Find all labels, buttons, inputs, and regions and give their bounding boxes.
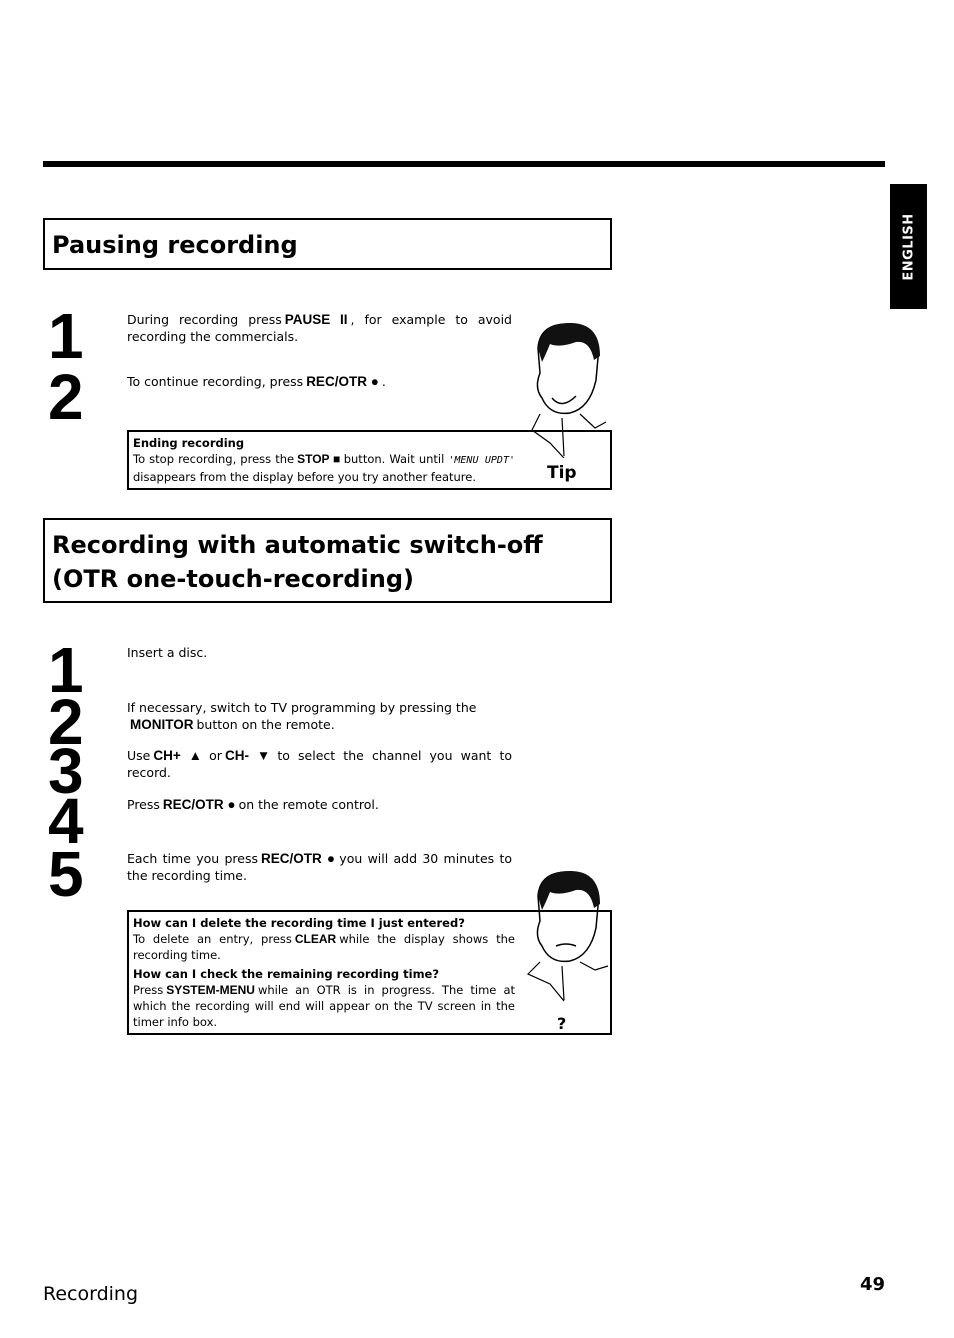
faq-question: How can I check the remaining recording … xyxy=(133,967,440,981)
step-text: Press REC/OTR ● on the remote control. xyxy=(127,797,379,812)
tip-title: Ending recording xyxy=(133,436,245,450)
step-text: Use CH+ ▲ or CH- ▼ to select the channel you… xyxy=(127,748,513,780)
tip-label: Tip xyxy=(547,463,577,483)
step-text: Each time you press REC/OTR ● you will add… xyxy=(127,851,512,883)
section-title: Pausing recording xyxy=(52,231,298,259)
step-number: 1 xyxy=(48,300,84,372)
top-rule xyxy=(43,161,885,167)
section-heading-box: Recording with automatic switch-off (OTR… xyxy=(43,518,612,603)
key-label: PAUSE II xyxy=(284,312,348,327)
faq-box: How can I delete the recording time I ju… xyxy=(127,910,612,1035)
page-number: 49 xyxy=(860,1274,886,1295)
language-tab: ENGLISH xyxy=(890,184,927,309)
tip-box: Ending recording To stop recording, pres… xyxy=(127,430,612,490)
section-title: Recording with automatic switch-off xyxy=(52,531,543,559)
faq-label: ? xyxy=(557,1014,567,1033)
step-text: If necessary, switch to TV programming b… xyxy=(127,700,477,732)
key-label: REC/OTR ● xyxy=(306,374,379,389)
step-number: 2 xyxy=(48,361,84,433)
faq-question: How can I delete the recording time I ju… xyxy=(133,916,465,930)
step-text: To continue recording, press REC/OTR ●. xyxy=(127,374,386,389)
section-title: (OTR one-touch-recording) xyxy=(52,565,415,593)
step-text: Insert a disc. xyxy=(127,645,208,660)
section-heading-box: Pausing recording xyxy=(43,218,612,270)
step-number: 5 xyxy=(48,838,84,910)
step-text: During recording press PAUSE II, for exam… xyxy=(127,312,512,344)
footer-section-name: Recording xyxy=(43,1283,139,1305)
